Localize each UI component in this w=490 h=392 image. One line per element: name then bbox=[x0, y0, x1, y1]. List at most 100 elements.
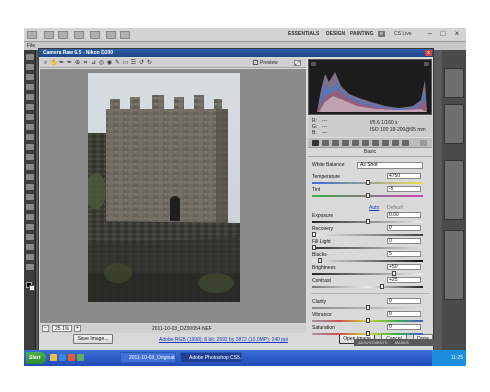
rotate-cw-icon[interactable]: ↻ bbox=[146, 60, 153, 66]
camera-calibration-tab-icon[interactable] bbox=[382, 140, 389, 146]
tone-curve-tab-icon[interactable] bbox=[322, 140, 329, 146]
saturation-thumb[interactable] bbox=[366, 331, 370, 336]
color-sampler-tool-icon[interactable]: ✒ bbox=[66, 60, 73, 66]
zoom-tool-icon[interactable] bbox=[26, 264, 34, 270]
background-color-swatch[interactable] bbox=[29, 285, 35, 291]
clarity-slider[interactable] bbox=[312, 305, 423, 310]
hand-icon[interactable] bbox=[106, 31, 116, 39]
preview-checkbox[interactable]: ✓ bbox=[253, 60, 258, 65]
contrast-thumb[interactable] bbox=[380, 284, 384, 289]
adjustments-tab[interactable]: ADJUSTMENTS bbox=[358, 340, 388, 345]
lasso-tool-icon[interactable] bbox=[26, 74, 34, 80]
contrast-field[interactable]: +25 bbox=[387, 277, 421, 283]
ie-quicklaunch-icon[interactable] bbox=[59, 354, 66, 361]
menu-file[interactable]: File bbox=[27, 43, 35, 49]
exposure-slider[interactable] bbox=[312, 219, 423, 224]
healing-tool-icon[interactable] bbox=[26, 114, 34, 120]
blacks-slider[interactable] bbox=[312, 258, 423, 263]
3d-camera-tool-icon[interactable] bbox=[26, 244, 34, 250]
vibrance-thumb[interactable] bbox=[366, 318, 370, 323]
temperature-field[interactable]: 4750 bbox=[387, 173, 421, 179]
straighten-tool-icon[interactable]: ⊿ bbox=[90, 60, 97, 66]
cs-live-button[interactable]: CS Live bbox=[394, 31, 412, 37]
dodge-tool-icon[interactable] bbox=[26, 184, 34, 190]
eyedropper-tool-icon[interactable] bbox=[26, 104, 34, 110]
taskbar-item-originals[interactable]: 2011-10-03_Originals_A bbox=[120, 352, 176, 363]
workflow-options-link[interactable]: Adobe RGB (1998); 8 bit; 2592 by 3872 (1… bbox=[159, 337, 288, 343]
pen-tool-icon[interactable] bbox=[26, 194, 34, 200]
contrast-slider[interactable] bbox=[312, 284, 423, 289]
white-balance-tool-icon[interactable]: ✒ bbox=[58, 60, 65, 66]
move-tool-icon[interactable] bbox=[26, 54, 34, 60]
white-balance-select[interactable]: As Shot bbox=[357, 162, 423, 169]
temperature-thumb[interactable] bbox=[366, 180, 370, 185]
blacks-field[interactable]: 5 bbox=[387, 251, 421, 257]
app2-quicklaunch-icon[interactable] bbox=[77, 354, 84, 361]
recovery-slider[interactable] bbox=[312, 232, 423, 237]
spot-removal-tool-icon[interactable]: ◎ bbox=[98, 60, 105, 66]
preferences-icon[interactable]: ☰ bbox=[130, 60, 137, 66]
brightness-slider[interactable] bbox=[312, 271, 423, 276]
vibrance-slider[interactable] bbox=[312, 318, 423, 323]
basic-tab-icon[interactable] bbox=[312, 140, 319, 146]
minimize-icon[interactable]: – bbox=[424, 29, 436, 39]
marquee-tool-icon[interactable] bbox=[26, 64, 34, 70]
hand-tool-icon[interactable] bbox=[26, 254, 34, 260]
zoom-out-button[interactable]: − bbox=[42, 325, 49, 332]
default-link[interactable]: Default bbox=[387, 205, 403, 211]
tint-field[interactable]: -5 bbox=[387, 186, 421, 192]
tint-slider[interactable] bbox=[312, 193, 423, 198]
presets-tab-icon[interactable] bbox=[392, 140, 399, 146]
zoom-level-select[interactable]: 25.1% bbox=[52, 325, 72, 332]
folder-quicklaunch-icon[interactable] bbox=[50, 354, 57, 361]
lens-corrections-tab-icon[interactable] bbox=[362, 140, 369, 146]
bridge-icon[interactable] bbox=[44, 31, 54, 39]
arrange-docs-icon[interactable] bbox=[120, 31, 130, 39]
fill-light-field[interactable]: 0 bbox=[387, 238, 421, 244]
3d-tool-icon[interactable] bbox=[26, 234, 34, 240]
adjustment-brush-icon[interactable]: ✎ bbox=[114, 60, 121, 66]
layers-panel[interactable] bbox=[444, 160, 464, 220]
saturation-slider[interactable] bbox=[312, 331, 423, 336]
temperature-slider[interactable] bbox=[312, 180, 423, 185]
blur-tool-icon[interactable] bbox=[26, 174, 34, 180]
targeted-adjustment-tool-icon[interactable]: ⊕ bbox=[74, 60, 81, 66]
brightness-thumb[interactable] bbox=[392, 271, 396, 276]
blacks-thumb[interactable] bbox=[318, 258, 322, 263]
recovery-thumb[interactable] bbox=[312, 232, 316, 237]
clarity-field[interactable]: 0 bbox=[387, 298, 421, 304]
exposure-thumb[interactable] bbox=[366, 219, 370, 224]
start-button[interactable]: Start bbox=[26, 352, 46, 364]
exposure-field[interactable]: 0.00 bbox=[387, 212, 421, 218]
close-icon[interactable]: × bbox=[451, 29, 463, 39]
saturation-field[interactable]: 0 bbox=[387, 324, 421, 330]
taskbar-item-photoshop[interactable]: Adobe Photoshop CS5... bbox=[180, 352, 242, 363]
hsl-tab-icon[interactable] bbox=[342, 140, 349, 146]
snapshots-tab-icon[interactable] bbox=[402, 140, 409, 146]
view-extras-icon[interactable] bbox=[74, 31, 84, 39]
maximize-icon[interactable]: □ bbox=[437, 29, 449, 39]
workspace-painting[interactable]: PAINTING bbox=[350, 31, 374, 37]
mini-bridge-icon[interactable] bbox=[58, 31, 68, 39]
fill-light-thumb[interactable] bbox=[312, 245, 316, 250]
app-quicklaunch-icon[interactable] bbox=[68, 354, 75, 361]
detail-tab-icon[interactable] bbox=[332, 140, 339, 146]
auto-link[interactable]: Auto bbox=[369, 205, 379, 211]
zoom-in-button[interactable]: + bbox=[74, 325, 81, 332]
type-tool-icon[interactable] bbox=[26, 204, 34, 210]
red-eye-tool-icon[interactable]: ◉ bbox=[106, 60, 113, 66]
dialog-close-icon[interactable]: x bbox=[425, 50, 432, 56]
zoom-tool-icon[interactable]: ⌕ bbox=[42, 60, 49, 66]
hand-tool-icon[interactable]: ✋ bbox=[50, 60, 57, 66]
crop-tool-icon[interactable]: ⌗ bbox=[82, 60, 89, 66]
stamp-tool-icon[interactable] bbox=[26, 134, 34, 140]
channels-panel[interactable] bbox=[444, 230, 464, 300]
workspace-design[interactable]: DESIGN bbox=[326, 31, 345, 37]
brightness-field[interactable]: +50 bbox=[387, 264, 421, 270]
image-canvas[interactable] bbox=[40, 69, 306, 323]
shape-tool-icon[interactable] bbox=[26, 224, 34, 230]
rotate-ccw-icon[interactable]: ↺ bbox=[138, 60, 145, 66]
history-brush-tool-icon[interactable] bbox=[26, 144, 34, 150]
adjustments-panel-tab[interactable]: ADJUSTMENTS MASKS bbox=[354, 339, 442, 346]
clarity-thumb[interactable] bbox=[366, 305, 370, 310]
